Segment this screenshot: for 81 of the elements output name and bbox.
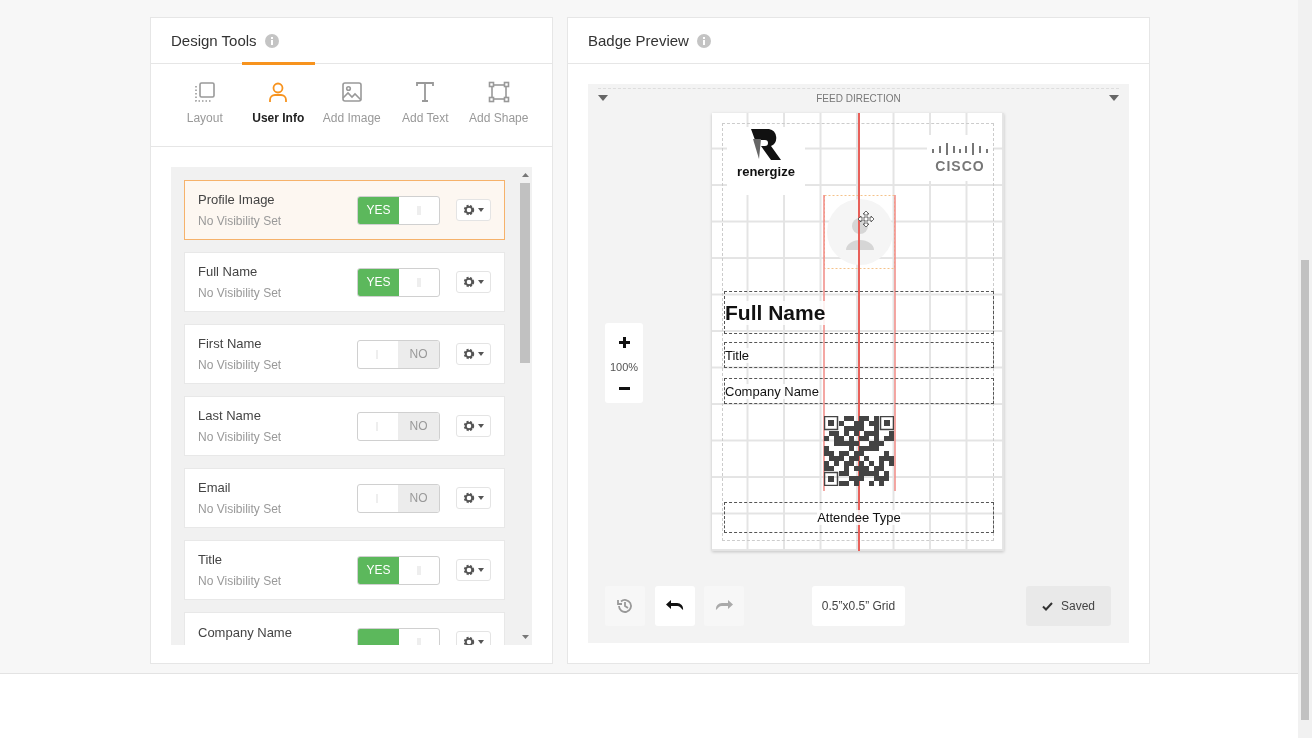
- field-card[interactable]: Company Name: [184, 612, 505, 645]
- gear-icon: [463, 204, 475, 216]
- layout-icon: [193, 81, 216, 103]
- field-name: Profile Image: [198, 192, 276, 207]
- minus-icon: [618, 386, 630, 390]
- badge-text-field[interactable]: Attendee Type: [724, 502, 994, 533]
- visibility-status: No Visibility Set: [198, 214, 283, 228]
- tab[interactable]: User Info: [241, 62, 315, 146]
- user-icon: [267, 81, 290, 103]
- badge-text-field[interactable]: Full Name: [724, 291, 994, 334]
- visibility-status: No Visibility Set: [198, 286, 283, 300]
- scrollbar-thumb[interactable]: [520, 183, 530, 363]
- panel-title: Badge Preview: [588, 32, 689, 49]
- scroll-up-icon[interactable]: [521, 173, 529, 177]
- field-name: Email: [198, 480, 232, 495]
- page-scrollbar[interactable]: [1298, 0, 1312, 738]
- caret-icon: [478, 352, 484, 356]
- settings-dropdown[interactable]: [456, 271, 491, 293]
- gear-icon: [463, 420, 475, 432]
- gear-icon: [463, 492, 475, 504]
- field-name: Last Name: [198, 408, 262, 423]
- settings-dropdown[interactable]: [456, 559, 491, 581]
- caret-icon: [478, 568, 484, 572]
- field-card[interactable]: First Name No Visibility Set NO: [184, 324, 505, 384]
- qr-code[interactable]: [824, 416, 894, 486]
- undo-button[interactable]: [655, 586, 695, 626]
- field-card[interactable]: Title No Visibility Set YES: [184, 540, 505, 600]
- zoom-in-button[interactable]: [616, 334, 632, 350]
- field-card[interactable]: Full Name No Visibility Set YES: [184, 252, 505, 312]
- avatar-placeholder[interactable]: [824, 195, 895, 269]
- gear-icon: [463, 636, 475, 645]
- field-card[interactable]: Email No Visibility Set NO: [184, 468, 505, 528]
- gear-icon: [463, 348, 475, 360]
- move-icon[interactable]: [858, 211, 874, 227]
- caret-icon: [478, 208, 484, 212]
- field-name: Company Name: [198, 625, 293, 640]
- gear-icon: [463, 564, 475, 576]
- logo-text: renergize: [737, 164, 795, 179]
- zoom-level: 100%: [609, 361, 639, 373]
- image-icon: [340, 81, 363, 103]
- settings-dropdown[interactable]: [456, 199, 491, 221]
- field-name: Title: [198, 552, 224, 567]
- gear-icon: [463, 276, 475, 288]
- settings-dropdown[interactable]: [456, 415, 491, 437]
- caret-icon: [478, 280, 484, 284]
- field-card[interactable]: Profile Image No Visibility Set YES: [184, 180, 505, 240]
- field-name: First Name: [198, 336, 263, 351]
- grid-button[interactable]: 0.5”x0.5” Grid: [812, 586, 905, 626]
- caret-icon: [478, 424, 484, 428]
- scrollbar-thumb[interactable]: [1301, 260, 1309, 720]
- feed-direction-label: FEED DIRECTION: [816, 92, 901, 104]
- shape-icon: [487, 81, 510, 103]
- history-icon: [616, 597, 634, 615]
- caret-icon: [478, 640, 484, 644]
- visibility-status: No Visibility Set: [198, 358, 283, 372]
- caret-icon: [478, 496, 484, 500]
- visibility-status: No Visibility Set: [198, 574, 283, 588]
- field-name: Full Name: [198, 264, 259, 279]
- scroll-down-icon[interactable]: [521, 635, 529, 639]
- panel-title: Design Tools: [171, 32, 257, 49]
- triangle-icon[interactable]: [1109, 95, 1119, 101]
- field-card[interactable]: Last Name No Visibility Set NO: [184, 396, 505, 456]
- text-icon: [414, 81, 437, 103]
- triangle-icon[interactable]: [598, 95, 608, 101]
- visibility-status: No Visibility Set: [198, 430, 283, 444]
- settings-dropdown[interactable]: [456, 343, 491, 365]
- bars-icon: [931, 142, 989, 156]
- check-icon: [1042, 601, 1053, 611]
- badge-text-field[interactable]: Company Name: [724, 378, 994, 404]
- logo-card[interactable]: CISCO: [927, 135, 993, 181]
- redo-icon: [715, 600, 733, 612]
- logo-card[interactable]: renergize: [727, 127, 805, 195]
- settings-dropdown[interactable]: [456, 487, 491, 509]
- undo-icon: [666, 600, 684, 612]
- plus-icon: [618, 336, 630, 348]
- logo-text: CISCO: [935, 158, 985, 174]
- history-button[interactable]: [605, 586, 645, 626]
- saved-button[interactable]: Saved: [1026, 586, 1111, 626]
- badge-text-field[interactable]: Title: [724, 342, 994, 368]
- r-logo-icon: [749, 127, 783, 161]
- visibility-status: No Visibility Set: [198, 502, 283, 516]
